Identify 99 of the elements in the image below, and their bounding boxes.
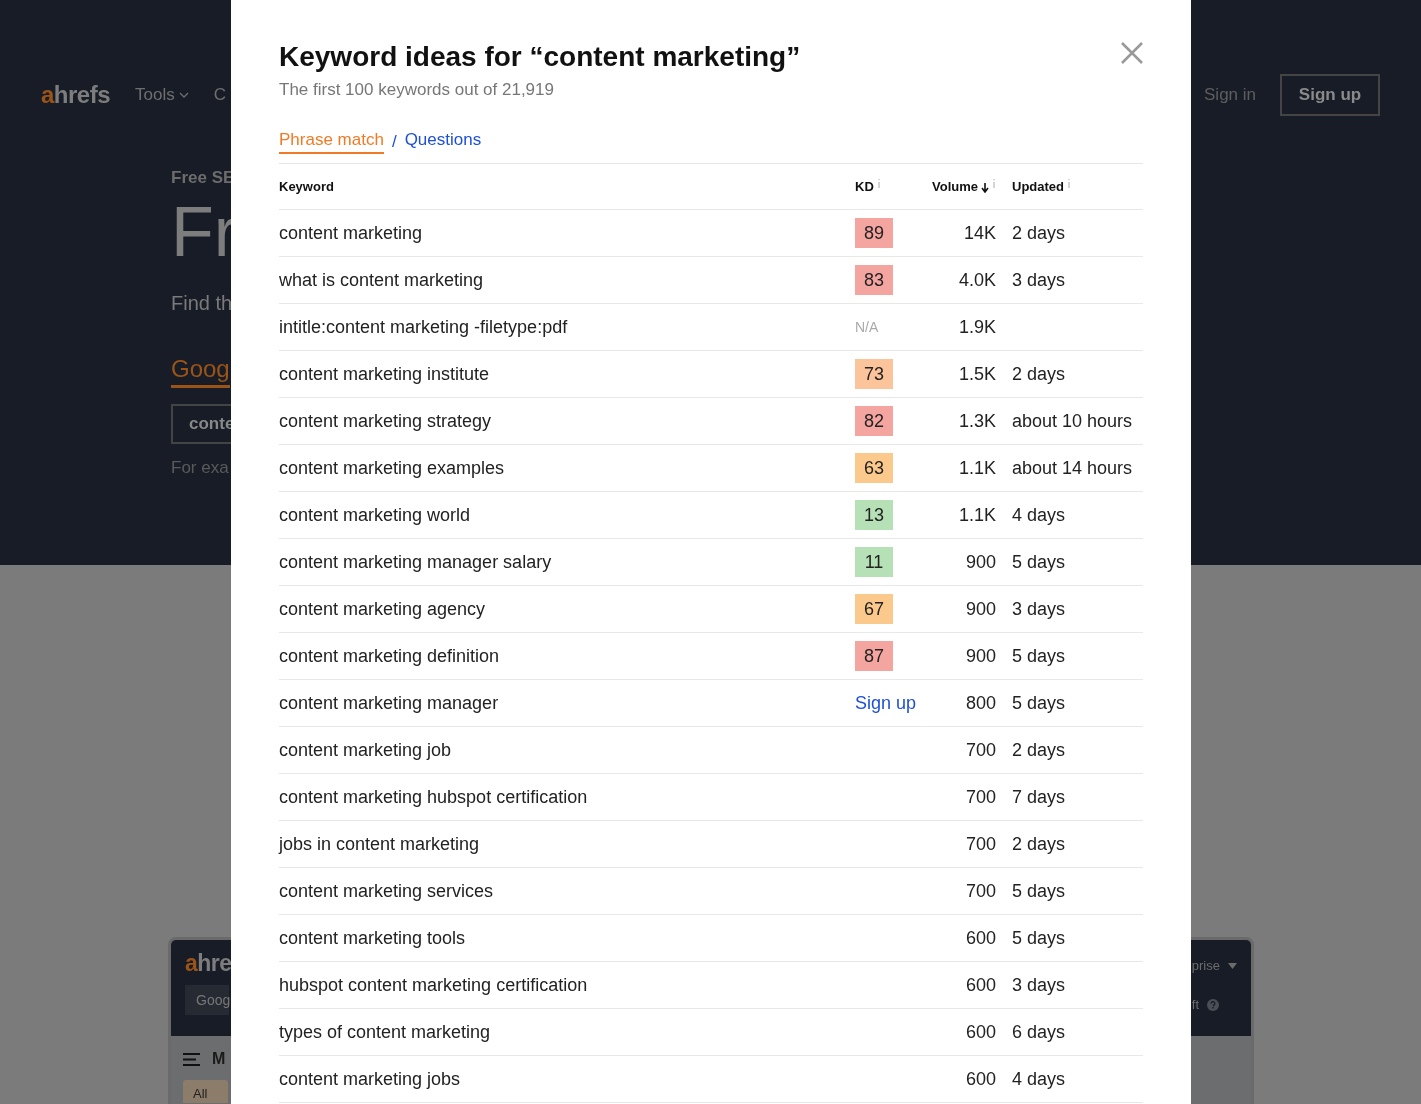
volume-cell-text: 600 [964, 1021, 996, 1043]
keyword-cell-text: content marketing agency [279, 598, 487, 620]
keyword-cell-text: content marketing institute [279, 363, 491, 385]
tab-separator: / [391, 132, 397, 152]
updated-cell-text: about 10 hours [1011, 410, 1134, 432]
difficulty-score: 87 [855, 641, 893, 671]
volume-cell-text: 700 [964, 833, 996, 855]
updated-cell-text: 3 days [1011, 974, 1067, 996]
dialog-title: Keyword ideas for “content marketing” [279, 40, 801, 74]
keyword-cell-text: what is content marketing [279, 269, 485, 291]
difficulty-score: 67 [855, 594, 893, 624]
updated-cell-text: 5 days [1011, 880, 1067, 902]
difficulty-value: N/A [855, 319, 879, 335]
keyword-cell-text: content marketing manager [279, 692, 500, 714]
difficulty-score: 13 [855, 500, 893, 530]
sign-in-link[interactable]: Sign in [1204, 85, 1256, 105]
column-header[interactable]: Volume [915, 179, 996, 194]
updated-cell-text: 2 days [1011, 222, 1067, 244]
hero-lead: Find th [171, 292, 233, 315]
difficulty-score: 82 [855, 406, 893, 436]
volume-cell-text: 600 [964, 974, 996, 996]
nav-item[interactable]: C [213, 85, 226, 105]
updated-cell-text: 7 days [1011, 786, 1067, 808]
close-button[interactable] [1121, 42, 1143, 64]
volume-cell-text: 1.5K [957, 363, 996, 385]
keyword-cell-text: content marketing tools [279, 927, 467, 949]
updated-cell-text: 3 days [1011, 269, 1067, 291]
difficulty-score: 63 [855, 453, 893, 483]
updated-cell-text: 5 days [1011, 692, 1067, 714]
volume-cell-text: 900 [964, 551, 996, 573]
keyword-cell-text: content marketing hubspot certification [279, 786, 589, 808]
info-icon[interactable] [992, 179, 996, 188]
sign-up-button[interactable]: Sign up [1280, 74, 1380, 116]
volume-cell-text: 14K [962, 222, 996, 244]
logo[interactable]: ahrefs [41, 81, 111, 109]
keyword-cell-text: content marketing services [279, 880, 495, 902]
volume-cell-text: 900 [964, 598, 996, 620]
dialog-subtitle: The first 100 keywords out of 21,919 [279, 80, 555, 100]
volume-cell-text: 700 [964, 739, 996, 761]
volume-cell-text: 1.1K [957, 457, 996, 479]
help-icon[interactable] [1207, 998, 1220, 1011]
updated-cell-text: 4 days [1011, 504, 1067, 526]
menu-icon[interactable] [183, 1052, 200, 1066]
updated-cell-text: about 14 hours [1011, 457, 1134, 479]
column-header[interactable]: Updated [1012, 179, 1071, 194]
volume-cell-text: 600 [964, 1068, 996, 1090]
column-header[interactable]: KD [855, 179, 881, 194]
keyword-cell-text: intitle:content marketing -filetype:pdf [279, 316, 569, 338]
logo: ahre [185, 950, 232, 977]
info-icon[interactable] [1067, 179, 1071, 188]
updated-cell-text: 2 days [1011, 363, 1067, 385]
keyword-cell-text: types of content marketing [279, 1021, 492, 1043]
info-icon[interactable] [876, 179, 881, 188]
volume-cell-text: 1.1K [957, 504, 996, 526]
updated-cell-text: 6 days [1011, 1021, 1067, 1043]
tools-menu[interactable]: Tools [135, 85, 189, 105]
keyword-cell-text: hubspot content marketing certification [279, 974, 589, 996]
column-header: Keyword [279, 179, 335, 194]
search-field[interactable]: Goog [185, 985, 229, 1015]
keyword-cell-text: content marketing examples [279, 457, 506, 479]
keyword-cell-text: content marketing [279, 222, 424, 244]
difficulty-score: 89 [855, 218, 893, 248]
example-hint: For exa [171, 458, 229, 478]
filter-tab[interactable]: Phrase match [279, 130, 384, 154]
updated-cell-text: 4 days [1011, 1068, 1067, 1090]
keyword-cell-text: content marketing job [279, 739, 453, 761]
filter-tab[interactable]: Questions [404, 130, 482, 154]
volume-cell-text: 1.3K [957, 410, 996, 432]
filter-tab[interactable]: All [183, 1080, 228, 1103]
volume-cell-text: 600 [964, 927, 996, 949]
updated-cell-text: 3 days [1011, 598, 1067, 620]
volume-cell-text: 1.9K [957, 316, 996, 338]
keyword-cell-text: jobs in content marketing [279, 833, 481, 855]
volume-cell-text: 700 [964, 786, 996, 808]
keyword-cell-text: content marketing strategy [279, 410, 493, 432]
card-title: M [212, 1050, 226, 1068]
keyword-cell-text: content marketing definition [279, 645, 501, 667]
updated-cell-text: 5 days [1011, 551, 1067, 573]
plan-dropdown[interactable]: prise [1191, 958, 1237, 973]
updated-cell-text: 2 days [1011, 739, 1067, 761]
difficulty-score: 83 [855, 265, 893, 295]
updated-cell-text: 5 days [1011, 645, 1067, 667]
volume-cell-text: 4.0K [957, 269, 996, 291]
volume-cell-text: 700 [964, 880, 996, 902]
chevron-down-icon[interactable] [178, 92, 189, 98]
keyword-cell-text: content marketing world [279, 504, 472, 526]
sort-down-icon [981, 183, 989, 193]
updated-cell-text: 5 days [1011, 927, 1067, 949]
hero-heading: Fr [171, 192, 238, 273]
keyword-cell-text: content marketing manager salary [279, 551, 553, 573]
volume-cell-text: 900 [964, 645, 996, 667]
difficulty-score: 11 [855, 547, 893, 577]
updated-cell-text: 2 days [1011, 833, 1067, 855]
caret-down-icon[interactable] [1228, 962, 1237, 969]
sign-up-link[interactable]: Sign up [855, 692, 917, 714]
keyword-cell-text: content marketing jobs [279, 1068, 462, 1090]
plan-note: ft [1191, 997, 1220, 1012]
volume-cell-text: 800 [964, 692, 996, 714]
difficulty-score: 73 [855, 359, 893, 389]
